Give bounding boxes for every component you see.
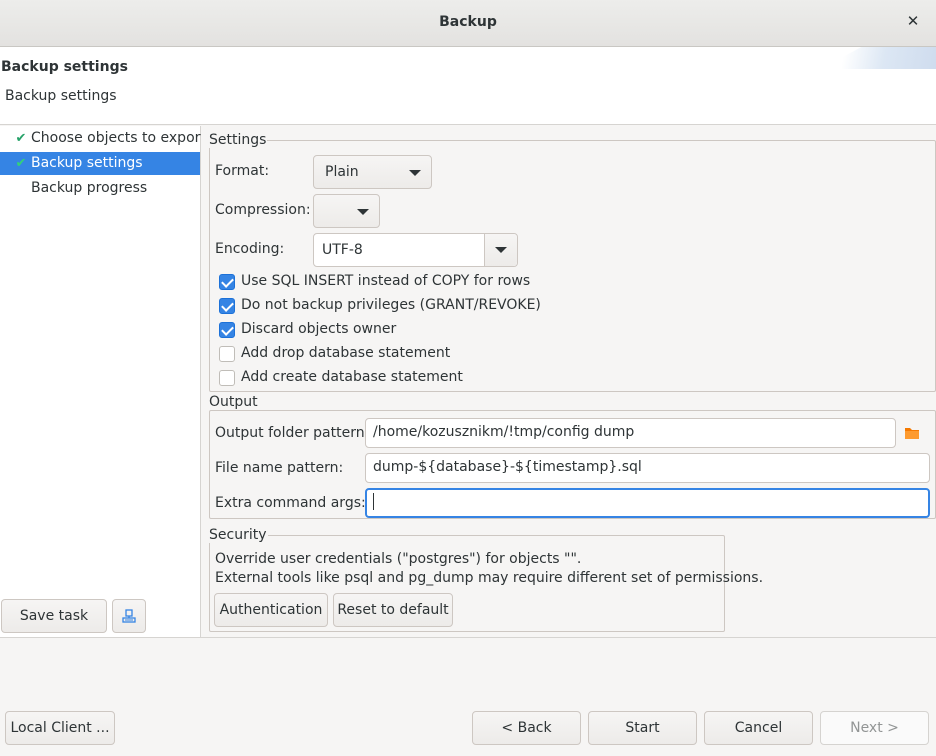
chevron-down-icon [409, 170, 421, 176]
title-bar: Backup ✕ [0, 0, 936, 47]
settings-panel: Settings Format: Plain Compression: Enco… [201, 126, 936, 637]
sidebar-item-choose-objects[interactable]: ✔ Choose objects to export [0, 127, 206, 150]
checkbox-label: Do not backup privileges (GRANT/REVOKE) [241, 297, 541, 313]
footer-separator [0, 637, 936, 638]
checkmark-icon: ✔ [15, 131, 27, 146]
extra-args-label: Extra command args: [215, 495, 366, 511]
start-button[interactable]: Start [588, 711, 697, 745]
chevron-down-icon [357, 209, 369, 215]
file-name-input[interactable]: dump-${database}-${timestamp}.sql [365, 453, 930, 483]
no-backup-privileges-checkbox[interactable]: Do not backup privileges (GRANT/REVOKE) [219, 296, 541, 316]
checkbox-unchecked-icon [219, 370, 235, 386]
output-folder-label: Output folder pattern: [215, 425, 370, 441]
encoding-value: UTF-8 [322, 242, 363, 258]
security-credentials-text: Override user credentials ("postgres") f… [215, 551, 582, 567]
settings-group-label: Settings [208, 132, 268, 148]
sidebar-item-backup-settings[interactable]: ✔ Backup settings [0, 152, 200, 175]
authentication-button[interactable]: Authentication [214, 593, 328, 627]
reset-to-default-button[interactable]: Reset to default [333, 593, 453, 627]
window-title: Backup [439, 14, 497, 30]
sidebar-item-backup-progress[interactable]: Backup progress [0, 177, 200, 200]
encoding-dropdown-button[interactable] [484, 234, 517, 266]
sidebar-item-label: Backup progress [31, 180, 148, 196]
header-banner [821, 47, 936, 69]
sidebar-item-label: Choose objects to export [31, 130, 206, 146]
compression-label: Compression: [215, 202, 311, 218]
checkbox-label: Add drop database statement [241, 345, 451, 361]
compression-select[interactable] [313, 194, 380, 228]
format-value: Plain [325, 164, 359, 180]
close-icon[interactable]: ✕ [904, 12, 922, 32]
wizard-header: Backup settings Backup settings [0, 47, 936, 125]
local-client-button[interactable]: Local Client ... [5, 711, 115, 745]
back-button[interactable]: < Back [472, 711, 581, 745]
checkbox-label: Use SQL INSERT instead of COPY for rows [241, 273, 531, 289]
output-folder-input[interactable]: /home/kozusznikm/!tmp/config dump [365, 418, 896, 448]
save-task-to-file-button[interactable] [112, 599, 146, 633]
discard-owner-checkbox[interactable]: Discard objects owner [219, 320, 419, 340]
add-create-database-checkbox[interactable]: Add create database statement [219, 368, 469, 388]
encoding-combobox[interactable]: UTF-8 [313, 233, 518, 267]
checkbox-checked-icon [219, 274, 235, 290]
format-label: Format: [215, 163, 270, 179]
format-select[interactable]: Plain [313, 155, 432, 189]
chevron-down-icon [495, 247, 507, 253]
use-sql-insert-checkbox[interactable]: Use SQL INSERT instead of COPY for rows [219, 272, 539, 292]
next-button[interactable]: Next > [820, 711, 929, 745]
wizard-sidebar: ✔ Choose objects to export ✔ Backup sett… [0, 126, 206, 637]
folder-icon[interactable] [904, 426, 920, 440]
encoding-label: Encoding: [215, 241, 285, 257]
page-title: Backup settings [1, 59, 128, 75]
output-group-label: Output [208, 394, 259, 410]
cancel-button[interactable]: Cancel [704, 711, 813, 745]
security-permissions-text: External tools like psql and pg_dump may… [215, 570, 764, 586]
checkmark-icon: ✔ [15, 156, 27, 171]
security-group-label: Security [208, 527, 268, 543]
sidebar-item-label: Backup settings [31, 155, 143, 171]
save-task-button[interactable]: Save task [1, 599, 107, 633]
checkbox-label: Add create database statement [241, 369, 463, 385]
checkbox-checked-icon [219, 298, 235, 314]
extra-args-input[interactable] [365, 488, 930, 518]
file-name-label: File name pattern: [215, 460, 344, 476]
page-description: Backup settings [5, 88, 117, 104]
text-caret [373, 492, 374, 510]
checkbox-label: Discard objects owner [241, 321, 397, 337]
save-task-icon [122, 609, 136, 623]
add-drop-database-checkbox[interactable]: Add drop database statement [219, 344, 459, 364]
checkbox-checked-icon [219, 322, 235, 338]
checkbox-unchecked-icon [219, 346, 235, 362]
